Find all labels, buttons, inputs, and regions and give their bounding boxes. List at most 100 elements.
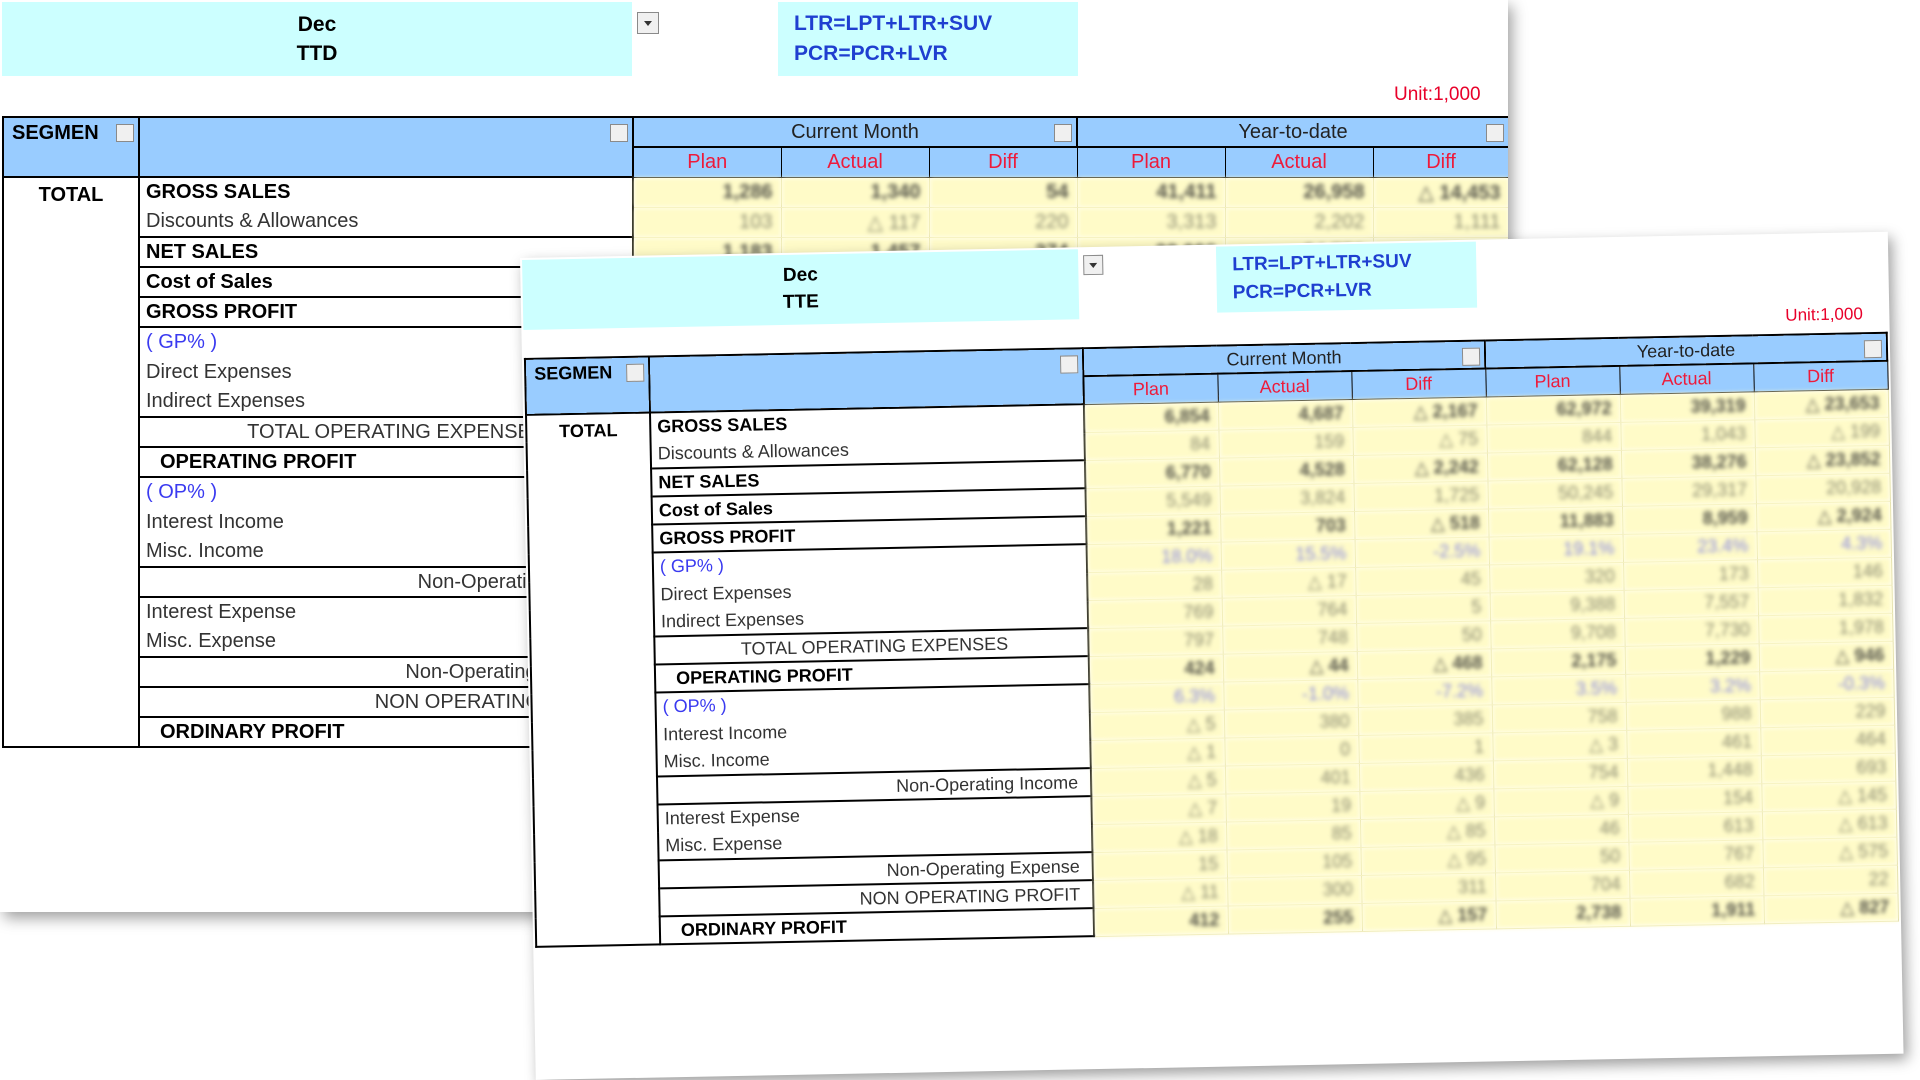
- value-cell[interactable]: 154: [1627, 783, 1762, 814]
- value-cell[interactable]: 988: [1625, 699, 1761, 730]
- value-cell[interactable]: △ 117: [781, 207, 930, 238]
- value-cell[interactable]: 5: [1355, 592, 1491, 624]
- value-cell[interactable]: 4,687: [1217, 399, 1353, 430]
- value-cell[interactable]: 424: [1088, 653, 1224, 685]
- value-cell[interactable]: △ 17: [1221, 567, 1356, 598]
- value-cell[interactable]: 54: [929, 177, 1078, 208]
- value-cell[interactable]: △ 1: [1090, 737, 1225, 769]
- value-cell[interactable]: △ 44: [1222, 651, 1358, 682]
- value-cell[interactable]: 704: [1494, 869, 1630, 901]
- value-cell[interactable]: 62,128: [1486, 449, 1622, 481]
- value-cell[interactable]: △ 946: [1758, 640, 1894, 672]
- value-cell[interactable]: 62,972: [1485, 393, 1621, 425]
- value-cell[interactable]: 38,276: [1620, 447, 1756, 478]
- value-cell[interactable]: 320: [1489, 561, 1624, 593]
- value-cell[interactable]: 50,245: [1487, 477, 1622, 509]
- current-month-filter-button[interactable]: [1054, 124, 1072, 142]
- entity-dropdown-button[interactable]: [1083, 254, 1104, 276]
- value-cell[interactable]: 748: [1222, 623, 1357, 654]
- value-cell[interactable]: △ 5: [1090, 765, 1226, 797]
- value-cell[interactable]: △ 9: [1493, 785, 1628, 817]
- value-cell[interactable]: △ 3: [1492, 729, 1627, 761]
- value-cell[interactable]: 1,111: [1373, 207, 1508, 238]
- value-cell[interactable]: 45: [1355, 564, 1490, 596]
- value-cell[interactable]: 85: [1225, 818, 1361, 850]
- value-cell[interactable]: 6,770: [1084, 457, 1220, 489]
- value-cell[interactable]: 9,388: [1489, 589, 1625, 621]
- value-cell[interactable]: -7.2%: [1357, 676, 1492, 707]
- value-cell[interactable]: 1,448: [1626, 755, 1762, 786]
- value-cell[interactable]: △ 518: [1354, 508, 1489, 540]
- value-cell[interactable]: △ 7: [1091, 793, 1226, 825]
- value-cell[interactable]: 159: [1218, 427, 1353, 458]
- value-cell[interactable]: △ 18: [1091, 821, 1227, 853]
- value-cell[interactable]: 15: [1092, 849, 1228, 881]
- current-month-filter-button[interactable]: [1461, 347, 1481, 366]
- value-cell[interactable]: 385: [1357, 704, 1493, 735]
- value-cell[interactable]: 7,557: [1623, 587, 1759, 618]
- value-cell[interactable]: 4,528: [1218, 455, 1354, 486]
- value-cell[interactable]: 29,317: [1621, 475, 1756, 506]
- value-cell[interactable]: 6,854: [1083, 401, 1219, 433]
- value-cell[interactable]: △ 9: [1359, 788, 1494, 819]
- value-cell[interactable]: 173: [1623, 559, 1758, 590]
- value-cell[interactable]: 311: [1360, 872, 1496, 903]
- value-cell[interactable]: 464: [1760, 724, 1895, 756]
- value-cell[interactable]: 229: [1759, 696, 1895, 728]
- value-cell[interactable]: △ 2,924: [1755, 500, 1891, 532]
- value-cell[interactable]: 1,911: [1629, 895, 1765, 926]
- value-cell[interactable]: -0.3%: [1759, 668, 1894, 700]
- value-cell[interactable]: 28: [1087, 569, 1222, 601]
- value-cell[interactable]: 50: [1494, 841, 1629, 873]
- value-cell[interactable]: 2,202: [1225, 207, 1374, 238]
- value-cell[interactable]: 754: [1492, 757, 1628, 789]
- value-cell[interactable]: 613: [1627, 811, 1763, 842]
- value-cell[interactable]: 767: [1628, 839, 1763, 870]
- value-cell[interactable]: 380: [1223, 706, 1359, 738]
- value-cell[interactable]: △ 11: [1093, 877, 1228, 909]
- value-cell[interactable]: △ 23,653: [1753, 388, 1889, 420]
- value-cell[interactable]: △ 14,453: [1373, 177, 1508, 208]
- value-cell[interactable]: 8,959: [1621, 503, 1757, 534]
- value-cell[interactable]: 412: [1093, 905, 1229, 937]
- value-cell[interactable]: 769: [1087, 597, 1223, 629]
- value-cell[interactable]: 1,832: [1757, 584, 1893, 616]
- value-cell[interactable]: 764: [1221, 595, 1357, 626]
- value-cell[interactable]: 461: [1626, 727, 1761, 758]
- value-cell[interactable]: 3.2%: [1625, 671, 1760, 702]
- value-cell[interactable]: 105: [1226, 846, 1361, 878]
- value-cell[interactable]: 682: [1628, 867, 1764, 898]
- value-cell[interactable]: 436: [1358, 760, 1494, 791]
- value-cell[interactable]: 5,549: [1085, 485, 1221, 517]
- value-cell[interactable]: 84: [1084, 429, 1219, 461]
- value-cell[interactable]: 3,824: [1219, 483, 1355, 514]
- value-cell[interactable]: △ 613: [1761, 808, 1897, 840]
- value-cell[interactable]: 1,221: [1086, 513, 1221, 545]
- value-cell[interactable]: 1,229: [1624, 643, 1760, 674]
- value-cell[interactable]: 703: [1220, 511, 1355, 542]
- value-cell[interactable]: 1: [1358, 732, 1493, 763]
- value-cell[interactable]: 2,175: [1490, 645, 1626, 677]
- item-filter-button[interactable]: [610, 124, 628, 142]
- value-cell[interactable]: 1,340: [781, 177, 930, 208]
- value-cell[interactable]: 401: [1224, 762, 1360, 794]
- value-cell[interactable]: 2,738: [1495, 897, 1631, 929]
- value-cell[interactable]: △ 468: [1356, 648, 1492, 680]
- value-cell[interactable]: 1,286: [633, 177, 782, 208]
- value-cell[interactable]: 4.3%: [1756, 528, 1892, 560]
- value-cell[interactable]: 50: [1356, 620, 1491, 652]
- value-cell[interactable]: 146: [1757, 556, 1892, 588]
- segment-filter-button[interactable]: [626, 363, 645, 382]
- value-cell[interactable]: 0: [1224, 734, 1359, 766]
- value-cell[interactable]: -2.5%: [1354, 536, 1490, 568]
- value-cell[interactable]: 1,978: [1758, 612, 1893, 644]
- value-cell[interactable]: △ 23,852: [1754, 444, 1890, 476]
- segment-filter-button[interactable]: [116, 124, 134, 142]
- value-cell[interactable]: 18.0%: [1086, 541, 1222, 573]
- value-cell[interactable]: △ 2,242: [1352, 452, 1488, 484]
- value-cell[interactable]: 23.4%: [1622, 531, 1758, 562]
- value-cell[interactable]: 20,928: [1755, 472, 1890, 504]
- value-cell[interactable]: 103: [633, 207, 782, 238]
- item-filter-button[interactable]: [1059, 355, 1079, 374]
- value-cell[interactable]: △ 575: [1762, 836, 1897, 868]
